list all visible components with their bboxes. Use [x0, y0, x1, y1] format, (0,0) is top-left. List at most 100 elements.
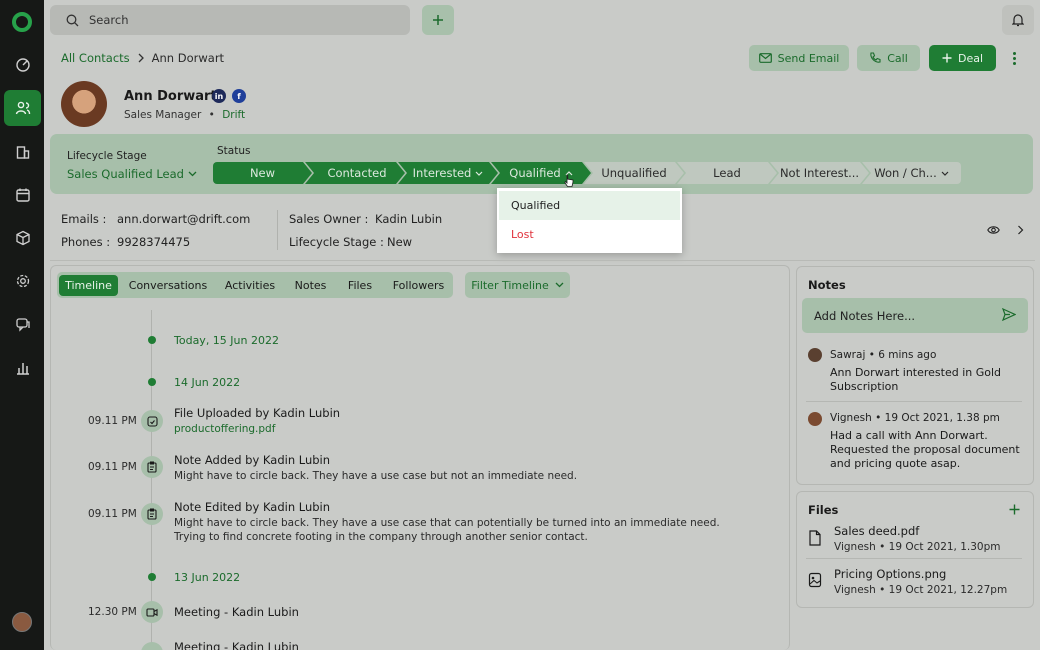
- dropdown-option-lost[interactable]: Lost: [499, 220, 680, 249]
- event-time: 09.11 PM: [88, 508, 137, 520]
- stage-qualified[interactable]: Qualified: [491, 162, 591, 184]
- chevron-down-icon: [475, 171, 483, 176]
- call-button[interactable]: Call: [857, 45, 920, 71]
- phone-value[interactable]: 9928374475: [117, 235, 190, 249]
- note-time: • 19 Oct 2021, 1.38 pm: [875, 412, 1000, 424]
- timeline-dot: [148, 573, 156, 581]
- event-file-link[interactable]: productoffering.pdf: [174, 423, 275, 435]
- sales-owner-label: Sales Owner :: [289, 212, 369, 226]
- timeline-date: 14 Jun 2022: [174, 376, 241, 389]
- settings-icon[interactable]: [4, 263, 41, 299]
- note-meta: Vignesh • 19 Oct 2021, 1.38 pm: [830, 412, 1000, 424]
- subtitle-separator: •: [208, 109, 215, 121]
- send-icon[interactable]: [1002, 308, 1016, 321]
- notes-title: Notes: [808, 278, 846, 292]
- contact-company[interactable]: Drift: [222, 109, 245, 121]
- event-title: Note Edited by Kadin Lubin: [174, 500, 331, 514]
- stage-won-churned[interactable]: Won / Ch...: [862, 162, 961, 184]
- event-description: Might have to circle back. They have a u…: [174, 517, 720, 543]
- filter-timeline-button[interactable]: Filter Timeline: [465, 272, 570, 298]
- plus-icon: [942, 53, 952, 63]
- mail-icon: [758, 53, 772, 63]
- products-icon[interactable]: [4, 220, 41, 256]
- stage-new[interactable]: New: [213, 162, 312, 184]
- note-author: Vignesh: [830, 412, 872, 424]
- linkedin-icon[interactable]: in: [212, 89, 226, 103]
- event-title: File Uploaded by Kadin Lubin: [174, 406, 341, 420]
- stage-lead[interactable]: Lead: [677, 162, 777, 184]
- stage-unqualified[interactable]: Unqualified: [584, 162, 684, 184]
- contacts-icon[interactable]: [4, 90, 41, 126]
- stage-label: Lead: [713, 166, 741, 180]
- user-avatar[interactable]: [12, 612, 32, 632]
- reports-icon[interactable]: [4, 350, 41, 386]
- document-icon: [809, 530, 821, 546]
- search-placeholder: Search: [89, 13, 129, 27]
- notifications-button[interactable]: [1002, 5, 1034, 35]
- event-title: Meeting - Kadin Lubin: [174, 605, 299, 619]
- cursor-icon: [564, 174, 574, 187]
- timeline-panel: [50, 265, 790, 650]
- add-notes-input[interactable]: Add Notes Here...: [802, 298, 1028, 333]
- status-label: Status: [217, 145, 251, 157]
- add-button[interactable]: [422, 5, 454, 35]
- file-name[interactable]: Sales deed.pdf: [834, 524, 919, 538]
- note-meta: Sawraj • 6 mins ago: [830, 349, 936, 361]
- tab-timeline[interactable]: Timeline: [59, 275, 118, 296]
- contact-job-title: Sales Manager: [124, 109, 202, 121]
- calendar-icon[interactable]: [4, 177, 41, 213]
- event-title: Meeting - Kadin Lubin: [174, 640, 299, 650]
- note-time: • 6 mins ago: [868, 349, 937, 361]
- companies-icon[interactable]: [4, 134, 41, 170]
- stage-label: New: [249, 166, 276, 180]
- breadcrumb-current: Ann Dorwart: [151, 51, 225, 65]
- dropdown-option-qualified[interactable]: Qualified: [499, 191, 680, 220]
- breadcrumb: All Contacts Ann Dorwart: [61, 51, 224, 65]
- lifecycle-stage-select[interactable]: Sales Qualified Lead: [67, 167, 197, 181]
- meeting-icon: [141, 601, 163, 623]
- deal-label: Deal: [957, 51, 984, 65]
- phone-icon: [870, 52, 881, 63]
- chevron-right-icon[interactable]: [1017, 225, 1024, 235]
- email-value[interactable]: ann.dorwart@drift.com: [117, 212, 250, 226]
- add-notes-placeholder: Add Notes Here...: [814, 308, 916, 323]
- dashboard-icon[interactable]: [4, 47, 41, 83]
- tab-files[interactable]: Files: [342, 275, 378, 296]
- file-meta: Vignesh • 19 Oct 2021, 12.27pm: [834, 584, 1008, 596]
- eye-icon[interactable]: [987, 225, 1000, 235]
- divider: [277, 210, 278, 250]
- status-dropdown: Qualified Lost: [497, 188, 682, 253]
- stage-interested[interactable]: Interested: [398, 162, 498, 184]
- search-bar[interactable]: Search: [50, 5, 410, 35]
- tab-activities[interactable]: Activities: [220, 275, 280, 296]
- send-email-label: Send Email: [777, 51, 840, 65]
- lifecycle-stage-info-value: New: [387, 235, 413, 249]
- plus-icon[interactable]: [1009, 504, 1020, 515]
- timeline-date: Today, 15 Jun 2022: [174, 334, 279, 347]
- image-icon: [808, 572, 822, 588]
- note-edit-icon: [141, 503, 163, 525]
- tab-conversations[interactable]: Conversations: [126, 275, 210, 296]
- stage-not-interested[interactable]: Not Interest...: [770, 162, 869, 184]
- add-deal-button[interactable]: Deal: [929, 45, 996, 71]
- chevron-down-icon: [188, 171, 197, 177]
- plus-icon: [433, 15, 443, 25]
- avatar: [808, 412, 822, 426]
- sidebar: [0, 0, 44, 650]
- app-logo-icon[interactable]: [12, 12, 32, 32]
- event-time: 09.11 PM: [88, 461, 137, 473]
- file-name[interactable]: Pricing Options.png: [834, 567, 946, 581]
- facebook-icon[interactable]: f: [232, 89, 246, 103]
- more-options-icon[interactable]: [1008, 49, 1020, 67]
- tab-notes[interactable]: Notes: [289, 275, 332, 296]
- chat-icon[interactable]: [4, 306, 41, 342]
- sales-owner-value: Kadin Lubin: [375, 212, 443, 226]
- tab-followers[interactable]: Followers: [388, 275, 449, 296]
- lifecycle-stage-info-label: Lifecycle Stage :: [289, 235, 384, 249]
- breadcrumb-all-contacts[interactable]: All Contacts: [61, 51, 130, 65]
- stage-contacted[interactable]: Contacted: [305, 162, 405, 184]
- send-email-button[interactable]: Send Email: [749, 45, 849, 71]
- note-icon: [141, 456, 163, 478]
- emails-label: Emails :: [61, 212, 107, 226]
- filter-timeline-label: Filter Timeline: [471, 278, 549, 292]
